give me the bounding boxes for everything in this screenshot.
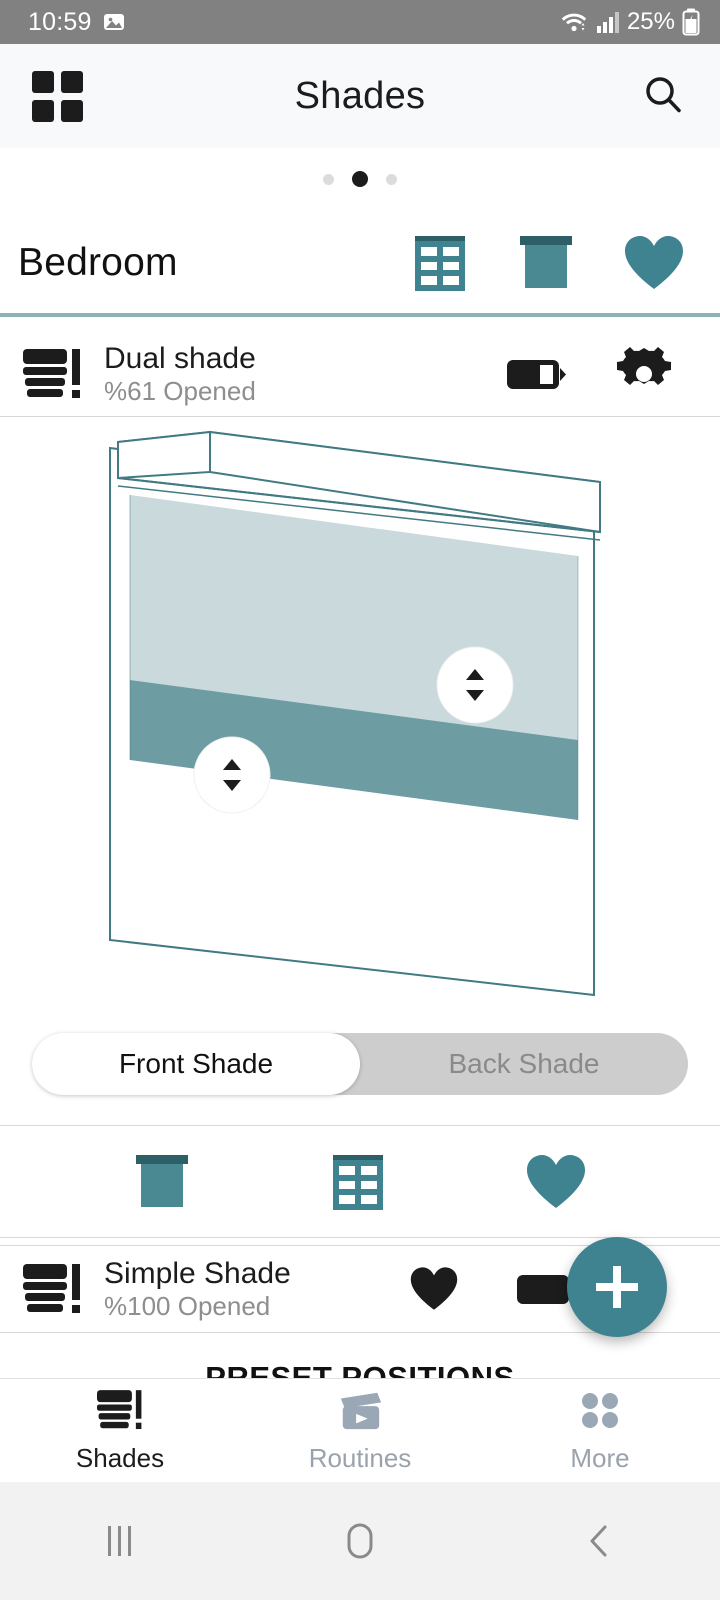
favorite-heart-icon[interactable]: [624, 235, 684, 291]
recents-icon[interactable]: [0, 1520, 240, 1562]
nav-item-routines[interactable]: Routines: [240, 1387, 480, 1474]
front-shade-handle: [436, 646, 514, 724]
status-bar-left: 10:59: [28, 8, 126, 37]
device-actions: [506, 346, 720, 402]
plus-icon: [596, 1266, 638, 1308]
section-divider: [0, 313, 720, 317]
segment-front-shade[interactable]: Front Shade: [32, 1033, 360, 1095]
segment-back-shade[interactable]: Back Shade: [360, 1033, 688, 1095]
device-title: Dual shade: [104, 342, 256, 376]
gear-icon[interactable]: [616, 346, 672, 402]
device-row[interactable]: Dual shade %61 Opened: [0, 332, 720, 417]
shade-alert-icon: [0, 345, 104, 403]
open-window-icon[interactable]: [330, 1153, 386, 1211]
nav-label-more: More: [570, 1443, 630, 1473]
pager-dot-3[interactable]: [386, 173, 397, 185]
pager-dot-2[interactable]: [352, 171, 368, 187]
battery-half-icon: [506, 354, 570, 394]
nav-label-shades: Shades: [75, 1443, 165, 1473]
back-icon[interactable]: [480, 1519, 720, 1563]
status-bar-right: 25%: [559, 8, 700, 36]
bottom-navigation: Shades Routines More: [0, 1378, 720, 1482]
grid-menu-icon[interactable]: [32, 70, 83, 122]
shade-alert-icon: [0, 1260, 104, 1318]
add-button[interactable]: [567, 1237, 667, 1337]
page-title: Shades: [294, 74, 426, 117]
device-info: Simple Shade %100 Opened: [104, 1257, 410, 1321]
nav-item-more[interactable]: More: [480, 1387, 720, 1474]
status-bar: 10:59 25%: [0, 0, 720, 44]
favorite-heart-icon[interactable]: [526, 1154, 586, 1210]
device-info: Dual shade %61 Opened: [104, 342, 506, 406]
status-bar-clock: 10:59: [28, 7, 92, 36]
more-dots-icon: [575, 1387, 625, 1433]
close-shade-icon[interactable]: [518, 234, 574, 292]
nav-label-routines: Routines: [308, 1443, 412, 1473]
device-actions: [410, 1266, 720, 1312]
app-bar: Shades: [0, 44, 720, 148]
shades-icon: [95, 1387, 145, 1433]
pager-dots[interactable]: [0, 148, 720, 210]
room-name: Bedroom: [18, 240, 178, 284]
device-title: Simple Shade: [104, 1257, 291, 1291]
image-icon: [102, 10, 126, 34]
battery-charging-icon: [682, 8, 700, 36]
routines-icon: [335, 1387, 385, 1433]
signal-icon: [596, 10, 620, 34]
heart-icon[interactable]: [410, 1266, 458, 1312]
device-status: %100 Opened: [104, 1291, 271, 1322]
close-shade-icon[interactable]: [134, 1153, 190, 1211]
home-icon[interactable]: [240, 1519, 480, 1563]
nav-item-shades[interactable]: Shades: [0, 1387, 240, 1474]
quick-actions-bar: [0, 1126, 720, 1238]
pager-dot-1[interactable]: [323, 173, 334, 185]
system-navigation-bar: [0, 1482, 720, 1600]
device-status: %61 Opened: [104, 376, 256, 407]
app-root: 10:59 25% Shades Bedroom Dual shade %61 …: [0, 0, 720, 1600]
battery-percent-label: 25%: [626, 8, 675, 35]
shade-layer-segmented-control[interactable]: Front Shade Back Shade: [32, 1033, 688, 1095]
wifi-icon: [559, 9, 589, 35]
back-shade-handle: [193, 736, 271, 814]
open-window-icon[interactable]: [412, 234, 468, 292]
room-actions: [412, 234, 684, 292]
search-icon[interactable]: [642, 73, 684, 120]
shade-illustration[interactable]: [0, 420, 720, 1020]
room-header: Bedroom: [0, 210, 720, 315]
